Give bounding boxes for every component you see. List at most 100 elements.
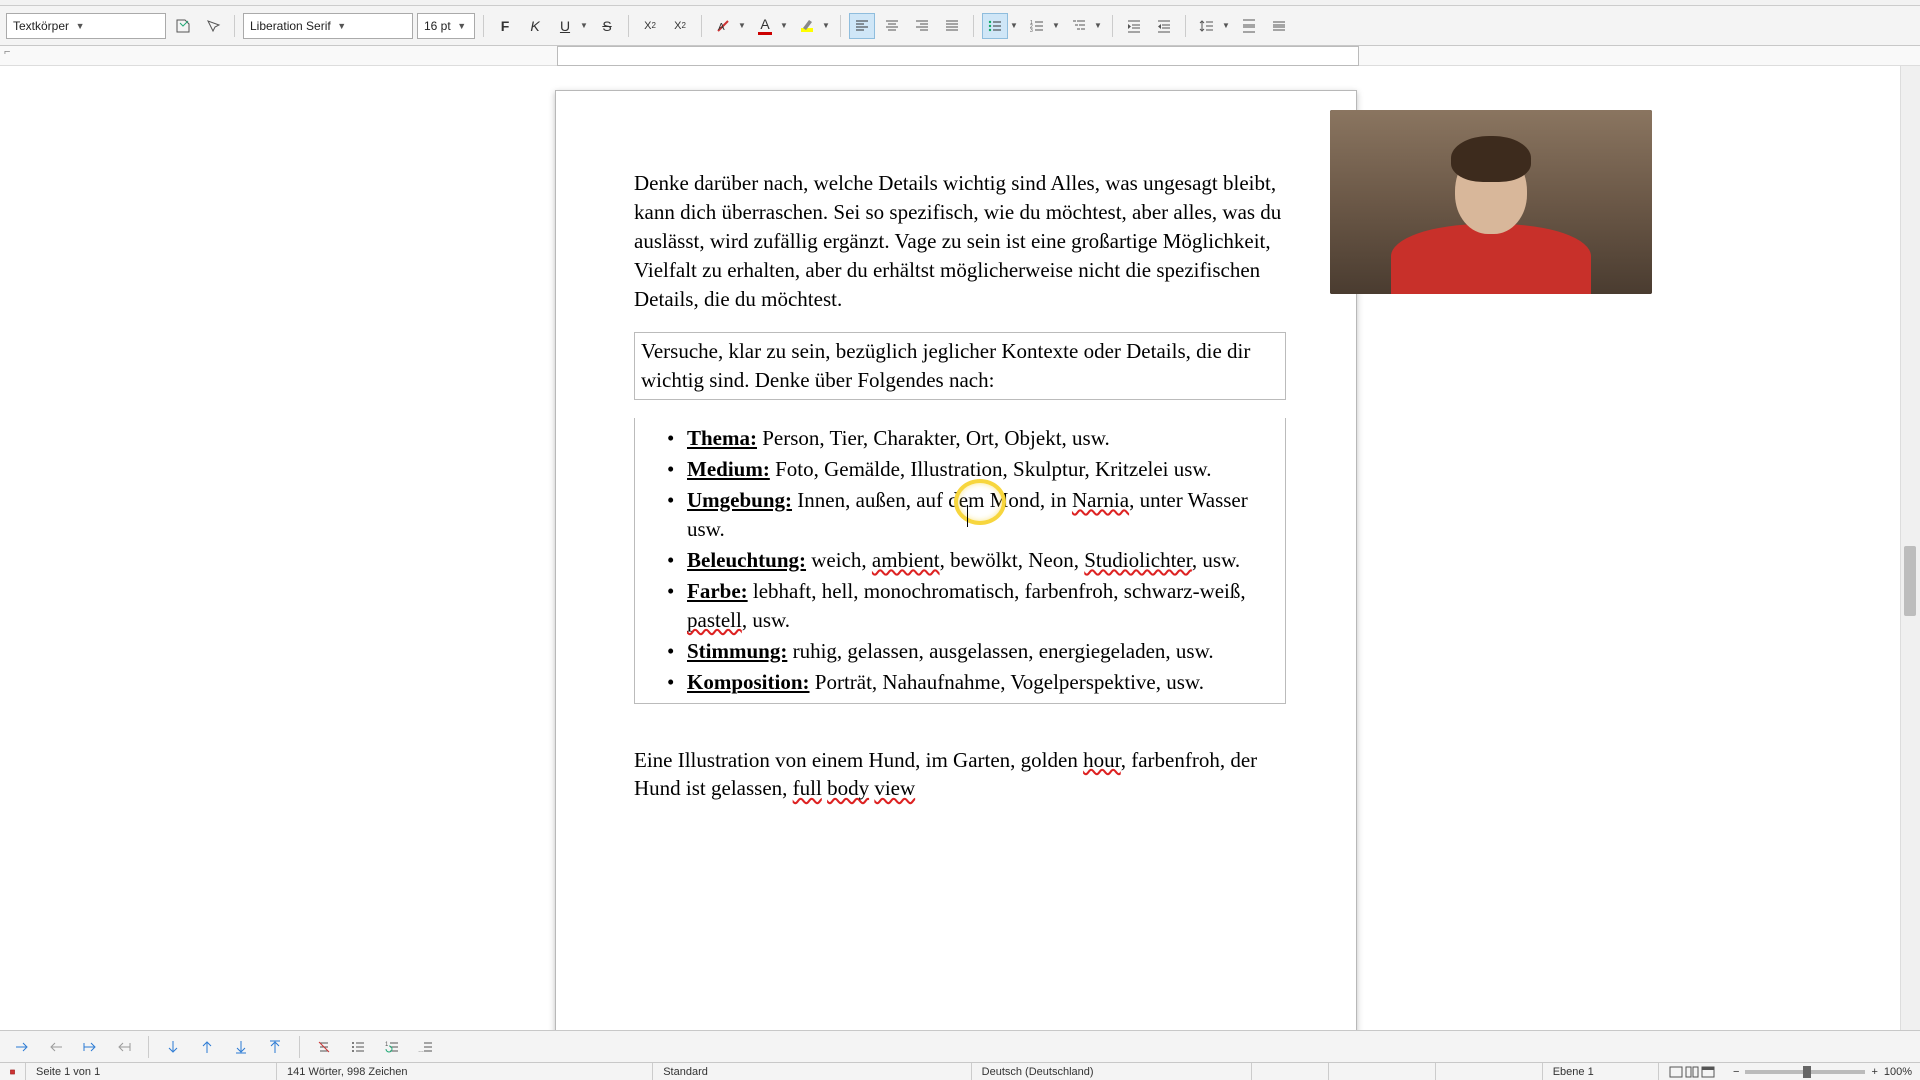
paragraph-3[interactable]: Eine Illustration von einem Hund, im Gar… [634, 746, 1286, 804]
nav-back-alt-icon[interactable] [110, 1035, 138, 1059]
dropdown-icon: ▼ [73, 19, 87, 33]
italic-button[interactable]: K [522, 13, 548, 39]
insert-unnumbered-icon[interactable] [344, 1035, 372, 1059]
paragraph-2[interactable]: Versuche, klar zu sein, bezüglich jeglic… [641, 337, 1279, 395]
outline-list-button[interactable] [1066, 13, 1092, 39]
font-size-combo[interactable]: 16 pt ▼ [417, 13, 475, 39]
line-spacing-button[interactable] [1194, 13, 1220, 39]
svg-text:3: 3 [1030, 28, 1033, 34]
list-item[interactable]: Medium: Foto, Gemälde, Illustration, Sku… [687, 455, 1279, 484]
bullet-list-button[interactable] [982, 13, 1008, 39]
increase-para-spacing-button[interactable] [1236, 13, 1262, 39]
zoom-out-icon[interactable]: − [1733, 1066, 1739, 1078]
svg-text:…: … [418, 1048, 424, 1054]
word-count-status[interactable]: 141 Wörter, 998 Zeichen [277, 1063, 653, 1080]
increase-indent-button[interactable] [1121, 13, 1147, 39]
svg-text:A: A [718, 22, 725, 33]
dropdown-icon: ▼ [335, 19, 349, 33]
list-item[interactable]: Farbe: lebhaft, hell, monochromatisch, f… [687, 577, 1279, 635]
zoom-slider-knob[interactable] [1803, 1066, 1811, 1078]
font-color-dropdown[interactable]: ▼ [778, 13, 790, 39]
signature-status[interactable] [1436, 1063, 1543, 1080]
spell-error[interactable]: hour [1083, 748, 1121, 772]
outline-list-dropdown[interactable]: ▼ [1092, 13, 1104, 39]
new-style-button[interactable] [200, 13, 226, 39]
align-justify-button[interactable] [939, 13, 965, 39]
zoom-control[interactable]: − + 100% [1725, 1066, 1920, 1078]
paragraph-style-value: Textkörper [13, 19, 69, 33]
zoom-slider[interactable] [1745, 1070, 1865, 1074]
paragraph-style-combo[interactable]: Textkörper ▼ [6, 13, 166, 39]
page-content[interactable]: Denke darüber nach, welche Details wicht… [634, 169, 1286, 803]
bold-button[interactable]: F [492, 13, 518, 39]
clear-formatting-dropdown[interactable]: ▼ [736, 13, 748, 39]
vertical-scrollbar[interactable] [1900, 66, 1920, 1030]
strikethrough-button[interactable]: S [594, 13, 620, 39]
font-color-button[interactable]: A [752, 13, 778, 39]
navigation-toolbar: 1 … [0, 1030, 1920, 1062]
line-spacing-dropdown[interactable]: ▼ [1220, 13, 1232, 39]
zoom-in-icon[interactable]: + [1871, 1066, 1877, 1078]
list-item[interactable]: Komposition: Porträt, Nahaufnahme, Vogel… [687, 668, 1279, 697]
no-list-icon[interactable] [310, 1035, 338, 1059]
insert-mode-status[interactable] [1252, 1063, 1330, 1080]
text-cursor [967, 505, 968, 527]
bullet-list[interactable]: Thema: Person, Tier, Charakter, Ort, Obj… [641, 424, 1279, 697]
list-item[interactable]: Thema: Person, Tier, Charakter, Ort, Obj… [687, 424, 1279, 453]
number-list-button[interactable]: 123 [1024, 13, 1050, 39]
restart-numbering-icon[interactable]: 1 [378, 1035, 406, 1059]
page-status[interactable]: Seite 1 von 1 [26, 1063, 277, 1080]
text-run: Eine Illustration von einem Hund, im Gar… [634, 748, 1083, 772]
move-down-sub-icon[interactable] [227, 1035, 255, 1059]
save-status-icon[interactable] [0, 1063, 26, 1080]
page[interactable]: Denke darüber nach, welche Details wicht… [555, 90, 1357, 1030]
update-style-button[interactable] [170, 13, 196, 39]
formatting-toolbar: Textkörper ▼ Liberation Serif ▼ 16 pt ▼ … [0, 6, 1920, 46]
highlight-dropdown[interactable]: ▼ [820, 13, 832, 39]
outline-level-status[interactable]: Ebene 1 [1543, 1063, 1659, 1080]
selection-mode-status[interactable] [1329, 1063, 1436, 1080]
paragraph-1[interactable]: Denke darüber nach, welche Details wicht… [634, 169, 1286, 314]
view-mode-buttons[interactable] [1659, 1063, 1725, 1080]
spell-error[interactable]: body [827, 776, 869, 800]
clear-formatting-button[interactable]: A [710, 13, 736, 39]
highlight-button[interactable] [794, 13, 820, 39]
font-name-value: Liberation Serif [250, 19, 331, 33]
decrease-indent-button[interactable] [1151, 13, 1177, 39]
move-down-icon[interactable] [159, 1035, 187, 1059]
superscript-button[interactable]: X2 [637, 13, 663, 39]
font-size-value: 16 pt [424, 19, 451, 33]
scrollbar-thumb[interactable] [1904, 546, 1916, 616]
font-name-combo[interactable]: Liberation Serif ▼ [243, 13, 413, 39]
list-item[interactable]: Stimmung: ruhig, gelassen, ausgelassen, … [687, 637, 1279, 666]
underline-dropdown[interactable]: ▼ [578, 13, 590, 39]
subscript-button[interactable]: X2 [667, 13, 693, 39]
webcam-overlay [1330, 110, 1652, 294]
move-up-sub-icon[interactable] [261, 1035, 289, 1059]
document-workspace: Denke darüber nach, welche Details wicht… [0, 66, 1900, 1030]
continue-numbering-icon[interactable]: … [412, 1035, 440, 1059]
status-bar: Seite 1 von 1 141 Wörter, 998 Zeichen St… [0, 1062, 1920, 1080]
language-status[interactable]: Deutsch (Deutschland) [972, 1063, 1252, 1080]
page-style-status[interactable]: Standard [653, 1063, 971, 1080]
nav-back-icon[interactable] [42, 1035, 70, 1059]
decrease-para-spacing-button[interactable] [1266, 13, 1292, 39]
svg-text:1: 1 [385, 1042, 389, 1048]
align-center-button[interactable] [879, 13, 905, 39]
boxed-bullets[interactable]: Thema: Person, Tier, Charakter, Ort, Obj… [634, 418, 1286, 704]
align-right-button[interactable] [909, 13, 935, 39]
spell-error[interactable]: full [793, 776, 822, 800]
zoom-value[interactable]: 100% [1884, 1066, 1912, 1078]
list-item[interactable]: Umgebung: Innen, außen, auf dem Mond, in… [687, 486, 1279, 544]
boxed-intro[interactable]: Versuche, klar zu sein, bezüglich jeglic… [634, 332, 1286, 400]
number-list-dropdown[interactable]: ▼ [1050, 13, 1062, 39]
list-item[interactable]: Beleuchtung: weich, ambient, bewölkt, Ne… [687, 546, 1279, 575]
underline-button[interactable]: U [552, 13, 578, 39]
spell-error[interactable]: view [874, 776, 915, 800]
horizontal-ruler[interactable] [557, 46, 1359, 66]
bullet-list-dropdown[interactable]: ▼ [1008, 13, 1020, 39]
align-left-button[interactable] [849, 13, 875, 39]
nav-forward-alt-icon[interactable] [76, 1035, 104, 1059]
move-up-icon[interactable] [193, 1035, 221, 1059]
nav-forward-icon[interactable] [8, 1035, 36, 1059]
